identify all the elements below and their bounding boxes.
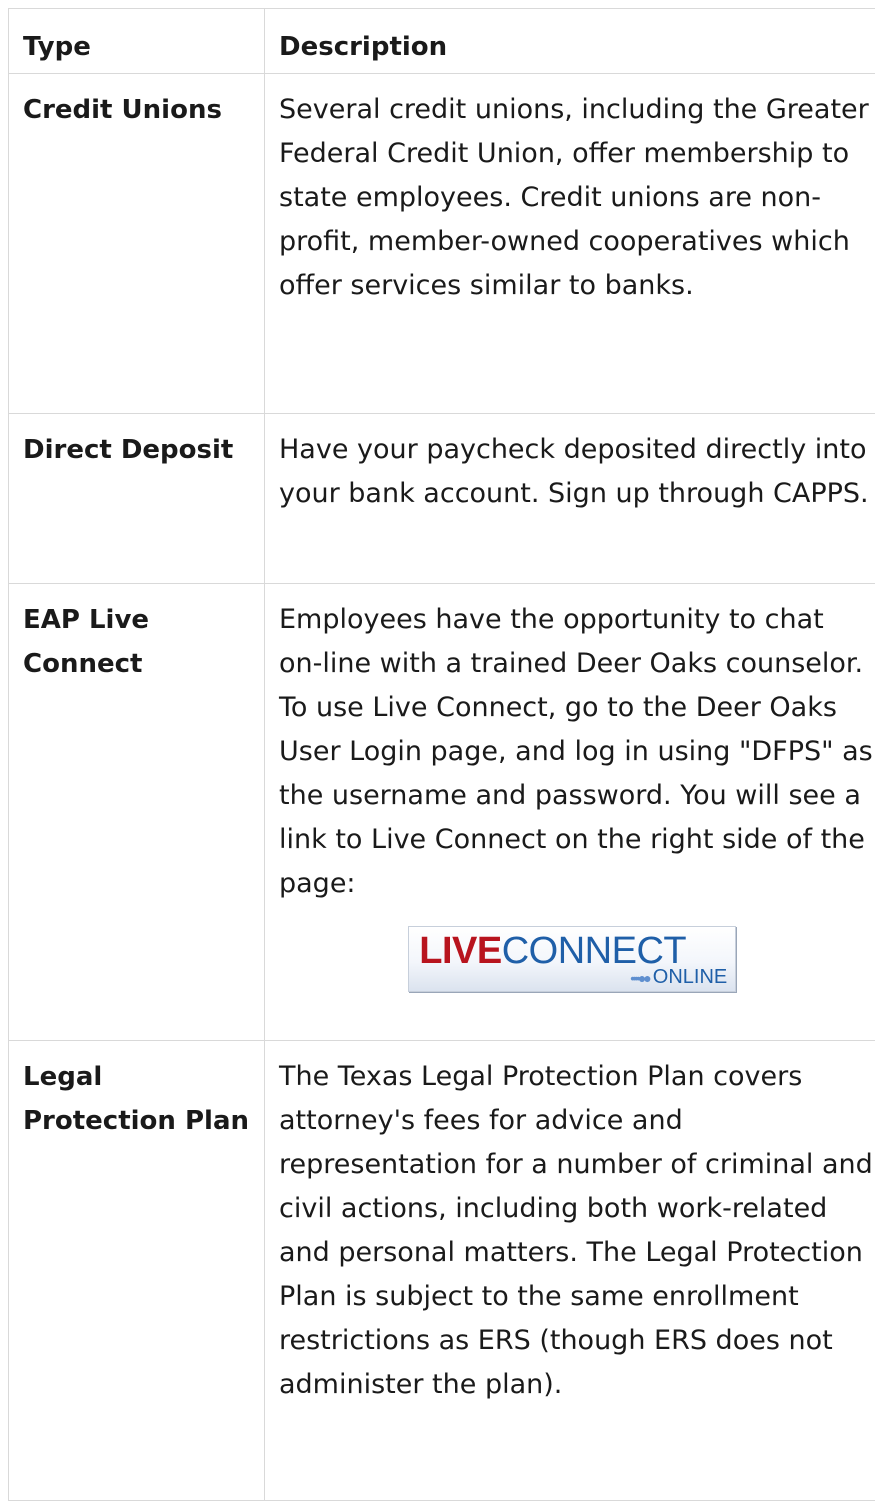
live-connect-logo-holder: LIVECONNECT ••••●●ONLINE [279, 926, 875, 1006]
row-type-credit-unions: Credit Unions [9, 74, 265, 414]
row-description-credit-unions: Several credit unions, including the Gre… [265, 74, 875, 414]
description-text: Have your paycheck deposited directly in… [279, 428, 875, 516]
header-type: Type [9, 9, 265, 74]
logo-live-text: LIVE [419, 930, 501, 972]
benefits-table: Type Description Credit Unions Several c… [8, 8, 875, 1501]
benefits-table-container: Type Description Credit Unions Several c… [8, 8, 875, 1501]
header-description: Description [265, 9, 875, 74]
row-description-eap-live-connect: Employees have the opportunity to chat o… [265, 584, 875, 1041]
row-type-direct-deposit: Direct Deposit [9, 414, 265, 584]
table-row: Credit Unions Several credit unions, inc… [9, 74, 875, 414]
description-text: Several credit unions, including the Gre… [279, 88, 875, 308]
row-description-legal-protection-plan: The Texas Legal Protection Plan covers a… [265, 1041, 875, 1501]
logo-online-line: ••••●●ONLINE [630, 967, 727, 988]
row-type-eap-live-connect: EAP Live Connect [9, 584, 265, 1041]
table-row: Direct Deposit Have your paycheck deposi… [9, 414, 875, 584]
description-text: Employees have the opportunity to chat o… [279, 598, 875, 906]
table-header-row: Type Description [9, 9, 875, 74]
logo-wordmark: LIVECONNECT [419, 931, 686, 971]
row-type-legal-protection-plan: Legal Protection Plan [9, 1041, 265, 1501]
description-text: The Texas Legal Protection Plan covers a… [279, 1055, 875, 1407]
table-row: EAP Live Connect Employees have the oppo… [9, 584, 875, 1041]
row-description-direct-deposit: Have your paycheck deposited directly in… [265, 414, 875, 584]
table-row: Legal Protection Plan The Texas Legal Pr… [9, 1041, 875, 1501]
logo-dots-icon: ••••●● [630, 970, 649, 986]
live-connect-logo[interactable]: LIVECONNECT ••••●●ONLINE [408, 926, 736, 992]
logo-online-text: ONLINE [653, 966, 727, 988]
